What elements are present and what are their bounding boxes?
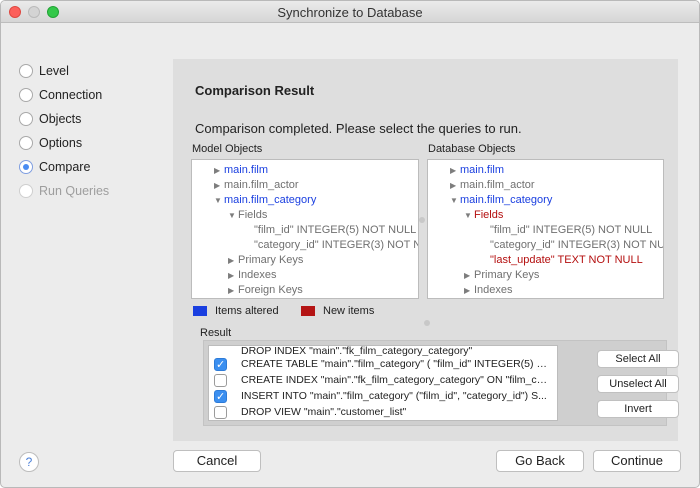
altered-color-swatch — [193, 306, 207, 316]
tree-item[interactable]: "category_id" INTEGER(3) NOT NULL — [192, 238, 418, 253]
invert-button[interactable]: Invert — [597, 400, 679, 418]
tree-item[interactable]: ▼ main.film_category — [192, 193, 418, 208]
step-label: Run Queries — [39, 184, 110, 198]
step-level[interactable]: Level — [19, 59, 109, 83]
model-objects-label: Model Objects — [192, 143, 263, 155]
result-label: Result — [200, 327, 232, 339]
step-options[interactable]: Options — [19, 131, 109, 155]
tree-item[interactable]: "last_update" TEXT NOT NULL — [428, 253, 663, 268]
continue-button[interactable]: Continue — [593, 450, 681, 472]
query-row[interactable]: INSERT INTO "main"."film_category" ("fil… — [209, 388, 557, 405]
checkbox-checked[interactable] — [214, 357, 227, 373]
checkbox-checked[interactable] — [214, 389, 227, 405]
step-label: Level — [39, 64, 69, 78]
triangle-right-icon[interactable]: ▶ — [214, 163, 224, 178]
triangle-down-icon[interactable]: ▼ — [214, 193, 224, 208]
step-connection[interactable]: Connection — [19, 83, 109, 107]
tree-item[interactable]: "category_id" INTEGER(3) NOT NULL — [428, 238, 663, 253]
legend-altered: Items altered — [193, 305, 279, 317]
triangle-down-icon[interactable]: ▼ — [228, 208, 238, 223]
triangle-right-icon[interactable]: ▶ — [450, 178, 460, 193]
step-label: Connection — [39, 88, 103, 102]
step-label: Objects — [39, 112, 82, 126]
radio-icon[interactable] — [19, 112, 33, 126]
select-all-button[interactable]: Select All — [597, 350, 679, 368]
tree-item[interactable]: ▶ main.film — [428, 163, 663, 178]
query-row[interactable]: CREATE INDEX "main"."fk_film_category_ca… — [209, 372, 557, 388]
tree-item[interactable]: ▶ main.film_actor — [192, 178, 418, 193]
query-row[interactable]: DROP VIEW "main"."customer_list" — [209, 404, 557, 420]
checkbox[interactable] — [214, 373, 227, 387]
vertical-splitter-handle[interactable] — [419, 217, 425, 223]
step-run-queries: Run Queries — [19, 179, 109, 203]
legend-new: New items — [301, 305, 374, 317]
step-label: Options — [39, 136, 83, 150]
help-button[interactable]: ? — [19, 452, 39, 472]
tree-item[interactable]: ▶ main.film_actor — [428, 178, 663, 193]
result-section: DROP INDEX "main"."fk_film_category_cate… — [203, 340, 679, 426]
triangle-down-icon[interactable]: ▼ — [464, 208, 474, 223]
triangle-right-icon[interactable]: ▶ — [214, 178, 224, 193]
radio-selected-icon[interactable] — [19, 160, 33, 174]
go-back-button[interactable]: Go Back — [496, 450, 584, 472]
tree-item[interactable]: "film_id" INTEGER(5) NOT NULL — [192, 223, 418, 238]
triangle-right-icon[interactable]: ▶ — [228, 283, 238, 298]
sync-window: Synchronize to Database Level Connection… — [0, 0, 700, 488]
title-bar: Synchronize to Database — [1, 1, 699, 23]
triangle-right-icon[interactable]: ▶ — [228, 253, 238, 268]
tree-item[interactable]: ▼ Fields — [428, 208, 663, 223]
horizontal-splitter-handle[interactable] — [424, 320, 430, 326]
step-nav: Level Connection Objects Options Compare… — [19, 59, 109, 203]
radio-icon[interactable] — [19, 64, 33, 78]
tree-item[interactable]: ▶ Foreign Keys — [192, 283, 418, 298]
tree-item[interactable]: ▶ Primary Keys — [192, 253, 418, 268]
panel-message: Comparison completed. Please select the … — [195, 121, 522, 136]
database-objects-label: Database Objects — [428, 143, 516, 155]
query-row[interactable]: CREATE TABLE "main"."film_category" ( "f… — [209, 356, 557, 373]
step-objects[interactable]: Objects — [19, 107, 109, 131]
tree-item[interactable]: ▼ main.film_category — [428, 193, 663, 208]
unselect-all-button[interactable]: Unselect All — [597, 375, 679, 393]
checkbox[interactable] — [214, 405, 227, 419]
tree-item[interactable]: ▶ Indexes — [428, 283, 663, 298]
database-objects-tree[interactable]: ▶ main.film ▶ main.film_actor ▼ main.film_c… — [427, 159, 664, 299]
compare-panel: Comparison Result Comparison completed. … — [173, 59, 679, 441]
tree-item[interactable]: ▶ Primary Keys — [428, 268, 663, 283]
step-label: Compare — [39, 160, 91, 174]
triangle-down-icon[interactable]: ▼ — [450, 193, 460, 208]
tree-item[interactable]: ▶ main.film — [192, 163, 418, 178]
radio-icon — [19, 184, 33, 198]
new-color-swatch — [301, 306, 315, 316]
window-title: Synchronize to Database — [277, 5, 423, 20]
tree-item[interactable]: ▶ Indexes — [192, 268, 418, 283]
tree-item[interactable]: ▼ Fields — [192, 208, 418, 223]
triangle-right-icon[interactable]: ▶ — [464, 268, 474, 283]
radio-icon[interactable] — [19, 136, 33, 150]
step-compare[interactable]: Compare — [19, 155, 109, 179]
triangle-right-icon[interactable]: ▶ — [450, 163, 460, 178]
cancel-button[interactable]: Cancel — [173, 450, 261, 472]
radio-icon[interactable] — [19, 88, 33, 102]
tree-item[interactable]: "film_id" INTEGER(5) NOT NULL — [428, 223, 663, 238]
query-row[interactable]: DROP INDEX "main"."fk_film_category_cate… — [209, 346, 557, 356]
query-list[interactable]: DROP INDEX "main"."fk_film_category_cate… — [208, 345, 558, 421]
model-objects-tree[interactable]: ▶ main.film ▶ main.film_actor ▼ main.film_c… — [191, 159, 419, 299]
triangle-right-icon[interactable]: ▶ — [464, 283, 474, 298]
triangle-right-icon[interactable]: ▶ — [228, 268, 238, 283]
panel-title: Comparison Result — [195, 83, 315, 98]
